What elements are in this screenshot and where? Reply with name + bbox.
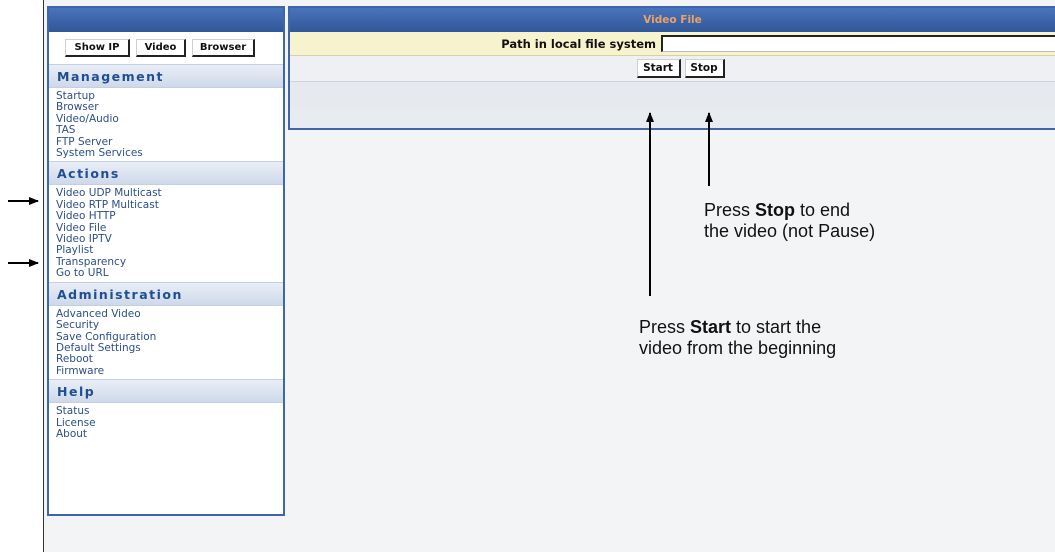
sidebar-item-security[interactable]: Security	[56, 319, 283, 331]
sidebar-item-tas[interactable]: TAS	[56, 124, 283, 136]
start-callout: Press Start to start the video from the …	[639, 317, 836, 359]
sidebar-item-reboot[interactable]: Reboot	[56, 353, 283, 365]
start-callout-line1: Press Start to start the	[639, 317, 836, 338]
sidebar-item-video-http[interactable]: Video HTTP	[56, 210, 283, 222]
sidebar-item-go-to-url[interactable]: Go to URL	[56, 267, 283, 279]
stop-callout-rest: to end	[795, 200, 851, 220]
sidebar-item-firmware[interactable]: Firmware	[56, 365, 283, 377]
start-callout-rest: to start the	[731, 317, 822, 337]
show-ip-button[interactable]: Show IP	[65, 39, 130, 57]
path-row: Path in local file system	[290, 32, 1055, 56]
stop-callout-line1: Press Stop to end	[704, 200, 875, 221]
section-heading-administration: Administration	[49, 281, 283, 306]
sidebar-item-video-audio[interactable]: Video/Audio	[56, 113, 283, 125]
sidebar-item-system-services[interactable]: System Services	[56, 147, 283, 159]
sidebar-item-status[interactable]: Status	[56, 405, 283, 417]
video-button[interactable]: Video	[136, 39, 186, 57]
path-input[interactable]	[661, 35, 1055, 52]
video-file-panel: Video File Path in local file system Sta…	[288, 6, 1055, 130]
stop-callout-bold: Stop	[755, 200, 796, 220]
sidebar-button-row: Show IP Video Browser	[49, 32, 283, 64]
section-heading-actions: Actions	[49, 161, 283, 186]
stop-callout: Press Stop to end the video (not Pause)	[704, 200, 875, 242]
panel-title: Video File	[290, 8, 1055, 32]
sidebar-item-license[interactable]: License	[56, 417, 283, 429]
stop-callout-prefix: Press	[704, 200, 756, 220]
section-list-administration: Advanced Video Security Save Configurati…	[49, 306, 283, 379]
section-list-management: Startup Browser Video/Audio TAS FTP Serv…	[49, 88, 283, 161]
path-label: Path in local file system	[501, 36, 657, 51]
start-callout-line2: video from the beginning	[639, 338, 837, 358]
stop-callout-line2: the video (not Pause)	[704, 221, 876, 241]
sidebar-header-bar	[49, 8, 283, 32]
browser-button[interactable]: Browser	[192, 39, 255, 57]
start-callout-bold: Start	[690, 317, 732, 337]
stop-button[interactable]: Stop	[684, 59, 725, 78]
sidebar-nav: Show IP Video Browser Management Startup…	[47, 6, 285, 516]
section-heading-help: Help	[49, 379, 283, 404]
action-row: Start Stop	[290, 56, 1055, 82]
section-list-help: Status License About	[49, 403, 283, 442]
section-list-actions: Video UDP Multicast Video RTP Multicast …	[49, 185, 283, 281]
start-callout-prefix: Press	[639, 317, 691, 337]
start-button[interactable]: Start	[636, 59, 681, 78]
sidebar-item-about[interactable]: About	[56, 428, 283, 440]
panel-footer-row	[290, 82, 1055, 108]
section-heading-management: Management	[49, 64, 283, 88]
